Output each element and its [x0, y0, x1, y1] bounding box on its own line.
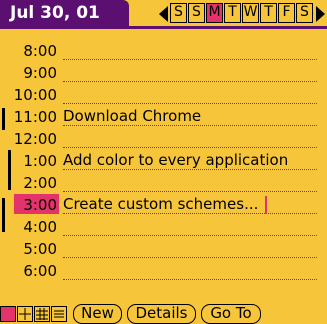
left-arrow-icon[interactable] — [159, 6, 168, 22]
agenda-view-icon[interactable] — [51, 306, 67, 322]
time-label: 11:00 — [13, 108, 57, 126]
title-rule — [0, 26, 327, 29]
day-view-icon[interactable] — [0, 306, 16, 322]
event-line — [63, 81, 317, 82]
time-row-5[interactable]: 5:00 — [0, 238, 327, 260]
date-title[interactable]: Jul 30, 01 — [0, 0, 129, 26]
datebook-screen: Jul 30, 01 S S M T W T F S 8:00 9:00 10:… — [0, 0, 327, 324]
event-line — [63, 279, 317, 280]
day-selector-tue[interactable]: T — [224, 3, 241, 23]
time-row-10[interactable]: 10:00 — [0, 84, 327, 106]
time-row-1[interactable]: 1:00 Add color to every application — [0, 150, 327, 172]
time-label: 6:00 — [23, 262, 57, 280]
time-label: 10:00 — [13, 86, 57, 104]
day-selector-sat[interactable]: S — [296, 3, 313, 23]
time-row-6[interactable]: 6:00 — [0, 260, 327, 282]
day-selector-wed[interactable]: W — [242, 3, 259, 23]
event-duration-bar — [2, 198, 5, 232]
time-row-2[interactable]: 2:00 — [0, 172, 327, 194]
event-line — [63, 59, 317, 60]
event-text[interactable]: Download Chrome — [63, 106, 201, 126]
day-selector-sun-2[interactable]: S — [188, 3, 205, 23]
day-selector-sun-1[interactable]: S — [170, 3, 187, 23]
time-row-12[interactable]: 12:00 — [0, 128, 327, 150]
goto-button[interactable]: Go To — [201, 304, 261, 324]
time-row-11[interactable]: 11:00 Download Chrome — [0, 106, 327, 128]
month-view-icon[interactable] — [34, 306, 50, 322]
time-row-9[interactable]: 9:00 — [0, 62, 327, 84]
time-label: 9:00 — [23, 64, 57, 82]
week-view-icon[interactable] — [17, 306, 33, 322]
time-row-4[interactable]: 4:00 — [0, 216, 327, 238]
event-line — [63, 103, 317, 104]
time-label: 12:00 — [13, 130, 57, 148]
time-label: 3:00 — [23, 196, 57, 214]
new-button[interactable]: New — [73, 304, 122, 324]
day-selector-fri[interactable]: F — [278, 3, 295, 23]
event-duration-bar — [2, 108, 5, 130]
text-cursor — [265, 196, 267, 214]
day-selector-thu[interactable]: T — [260, 3, 277, 23]
event-line — [63, 147, 317, 148]
time-label: 4:00 — [23, 218, 57, 236]
event-line — [63, 191, 317, 192]
right-arrow-icon[interactable] — [316, 6, 325, 22]
time-label: 5:00 — [23, 240, 57, 258]
event-line — [63, 235, 317, 236]
event-line — [63, 257, 317, 258]
time-label: 8:00 — [23, 42, 57, 60]
details-button[interactable]: Details — [127, 304, 196, 324]
day-selector-mon[interactable]: M — [206, 3, 223, 23]
event-duration-bar — [8, 150, 11, 190]
time-row-8[interactable]: 8:00 — [0, 40, 327, 62]
time-row-3[interactable]: 3:00 Create custom schemes... — [0, 194, 327, 216]
event-text[interactable]: Add color to every application — [63, 150, 288, 170]
event-text[interactable]: Create custom schemes... — [63, 194, 258, 214]
